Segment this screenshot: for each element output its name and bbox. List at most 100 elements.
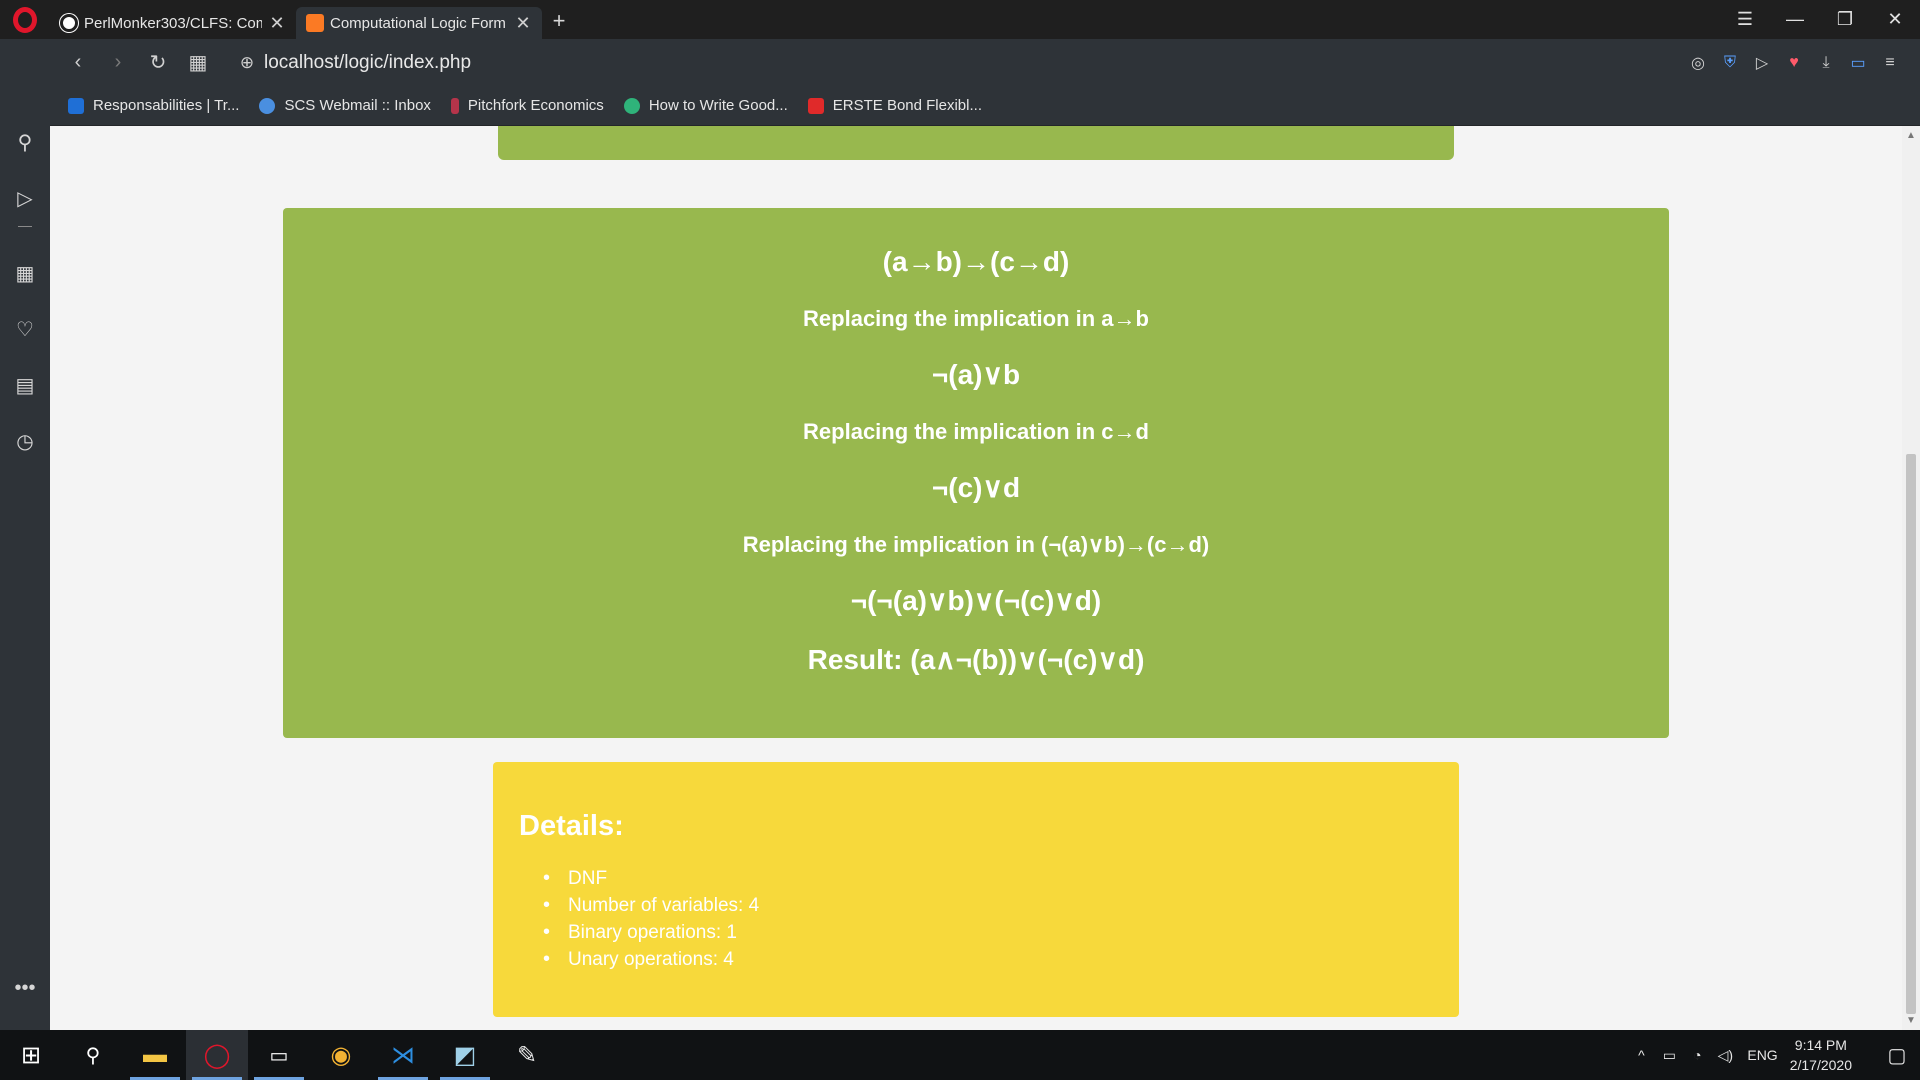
history-icon[interactable]: ◷: [0, 413, 50, 469]
clock-date: 2/17/2020: [1789, 1057, 1852, 1073]
tab-menu-icon[interactable]: ☰: [1720, 9, 1770, 30]
github-icon: [60, 14, 78, 32]
erste-icon: [807, 97, 824, 114]
bookmark-label: Pitchfork Economics: [467, 97, 604, 114]
flow-icon[interactable]: ▷: [0, 170, 50, 226]
easy-setup-icon[interactable]: ≡: [1874, 54, 1906, 72]
news-icon[interactable]: ▤: [0, 357, 50, 413]
restore-button[interactable]: ❐: [1820, 9, 1870, 30]
chrome-button[interactable]: ◉: [310, 1030, 372, 1080]
notes-icon: ◩: [453, 1041, 477, 1069]
battery-icon[interactable]: ▭: [1655, 1047, 1683, 1064]
speed-dial-icon[interactable]: ▦: [178, 50, 218, 75]
paint-button[interactable]: ✎: [496, 1030, 558, 1080]
vpn-shield-icon[interactable]: ⛨: [1714, 54, 1746, 72]
tab-title: PerlMonker303/CLFS: Comp: [84, 14, 262, 32]
terminal-button[interactable]: ▭: [248, 1030, 310, 1080]
opera-logo-icon: [13, 6, 37, 33]
bookmark-trello[interactable]: Responsabilities | Tr...: [68, 97, 239, 114]
bookmarks-bar: Responsabilities | Tr... SCS Webmail :: …: [0, 86, 1920, 126]
folder-icon: ▬: [143, 1041, 167, 1068]
address-bar: ‹ › ↻ ▦ ⊕ localhost/logic/index.php ◎ ⛨ …: [0, 39, 1920, 86]
send-icon[interactable]: ▷: [1746, 53, 1778, 73]
clock-time: 9:14 PM: [1794, 1037, 1847, 1053]
terminal-icon: ▭: [269, 1044, 289, 1067]
vscode-button[interactable]: ⋊: [372, 1030, 434, 1080]
search-button[interactable]: ⚲: [62, 1030, 124, 1080]
close-icon[interactable]: ✕: [514, 13, 532, 34]
new-tab-button[interactable]: +: [542, 8, 576, 34]
step-label: Replacing the implication in (¬(a)∨b)→(c…: [742, 532, 1210, 557]
taskbar: ⊞ ⚲ ▬ ◯ ▭ ◉ ⋊ ◩ ✎ ^ ▭ ◔ ◁) ENG 9:14 PM 2…: [0, 1030, 1920, 1080]
step-expression: ¬(c)∨d: [931, 472, 1021, 503]
details-panel: Details: DNF Number of variables: 4 Bina…: [493, 762, 1459, 1017]
page-content: (a→b)→(c→d) Replacing the implication in…: [50, 126, 1902, 1030]
bookmark-how-to-write[interactable]: How to Write Good...: [623, 97, 788, 114]
search-icon[interactable]: ⚲: [0, 114, 50, 170]
scroll-up-icon[interactable]: ▲: [1902, 130, 1920, 141]
file-explorer-button[interactable]: ▬: [124, 1030, 186, 1080]
opera-icon: ◯: [203, 1041, 231, 1069]
bookmark-label: Responsabilities | Tr...: [93, 97, 240, 114]
step-expression: ¬(a)∨b: [931, 359, 1021, 390]
vscode-icon: ⋊: [391, 1041, 415, 1069]
close-window-button[interactable]: ✕: [1870, 9, 1920, 30]
back-button[interactable]: ‹: [58, 51, 98, 74]
volume-icon[interactable]: ◁): [1711, 1047, 1739, 1064]
step-label: Replacing the implication in c→d: [803, 419, 1149, 444]
bookmarks-heart-icon[interactable]: ♡: [0, 301, 50, 357]
scrollbar[interactable]: ▲ ▼: [1902, 126, 1920, 1030]
tab-title: Computational Logic Form: [330, 14, 506, 32]
bookmark-label: ERSTE Bond Flexibl...: [832, 97, 982, 114]
more-icon[interactable]: •••: [0, 977, 50, 1000]
notification-icon[interactable]: ▢: [1874, 1043, 1920, 1068]
tab-computational-logic[interactable]: Computational Logic Form ✕: [296, 7, 542, 39]
step-label: Replacing the implication in a→b: [803, 306, 1149, 331]
system-tray: ^ ▭ ◔ ◁) ENG 9:14 PM 2/17/2020 ▢: [1627, 1030, 1920, 1080]
forward-button[interactable]: ›: [98, 51, 138, 74]
bookmark-erste[interactable]: ERSTE Bond Flexibl...: [807, 97, 982, 114]
opera-menu-button[interactable]: [0, 0, 50, 39]
list-item: DNF: [543, 865, 1433, 892]
reload-button[interactable]: ↻: [138, 50, 178, 75]
webmail-icon: [259, 97, 276, 114]
step: Replacing the implication in c→d ¬(c)∨d: [283, 419, 1669, 504]
snapshot-icon[interactable]: ◎: [1682, 53, 1714, 73]
xampp-icon: [306, 14, 324, 32]
clock[interactable]: 9:14 PM 2/17/2020: [1790, 1035, 1852, 1075]
scrollbar-thumb[interactable]: [1906, 454, 1916, 1014]
close-icon[interactable]: ✕: [268, 13, 286, 34]
url-field[interactable]: localhost/logic/index.php: [264, 52, 471, 74]
list-item: Number of variables: 4: [543, 892, 1433, 919]
bookmark-label: SCS Webmail :: Inbox: [284, 97, 431, 114]
bookmark-webmail[interactable]: SCS Webmail :: Inbox: [259, 97, 431, 114]
tab-github[interactable]: PerlMonker303/CLFS: Comp ✕: [50, 7, 296, 39]
formula-heading: (a→b)→(c→d): [882, 246, 1070, 277]
heart-icon[interactable]: ♥: [1778, 54, 1810, 72]
wifi-icon[interactable]: ◔: [1683, 1047, 1711, 1063]
start-button[interactable]: ⊞: [0, 1030, 62, 1080]
download-icon[interactable]: ⤓: [1810, 54, 1842, 72]
notes-button[interactable]: ◩: [434, 1030, 496, 1080]
step-expression: ¬(¬(a)∨b)∨(¬(c)∨d): [850, 585, 1102, 616]
bookmark-label: How to Write Good...: [648, 97, 788, 114]
bookmark-pitchfork[interactable]: Pitchfork Economics: [450, 97, 604, 114]
battery-saver-icon[interactable]: ▭: [1842, 53, 1874, 73]
speed-dial-icon[interactable]: ▦: [0, 245, 50, 301]
pitchfork-icon: [450, 97, 459, 114]
result-text: Result: (a∧¬(b))∨(¬(c)∨d): [807, 644, 1145, 675]
scroll-down-icon[interactable]: ▼: [1902, 1015, 1920, 1026]
chevron-up-icon[interactable]: ^: [1627, 1047, 1655, 1063]
language-indicator[interactable]: ENG: [1747, 1047, 1777, 1063]
list-item: Binary operations: 1: [543, 919, 1433, 946]
trello-icon: [68, 97, 84, 114]
globe-icon: ⊕: [239, 52, 255, 72]
sidebar: ⚲ ▷ ▦ ♡ ▤ ◷ •••: [0, 86, 50, 1030]
opera-taskbar-button[interactable]: ◯: [186, 1030, 248, 1080]
search-icon: ⚲: [85, 1044, 101, 1067]
tab-bar: PerlMonker303/CLFS: Comp ✕ Computational…: [0, 0, 1920, 39]
paint-icon: ✎: [516, 1041, 538, 1069]
minimize-button[interactable]: —: [1770, 9, 1820, 30]
address-bar-tools: ◎ ⛨ ▷ ♥ ⤓ ▭ ≡: [1682, 53, 1920, 73]
list-item: Unary operations: 4: [543, 946, 1433, 973]
